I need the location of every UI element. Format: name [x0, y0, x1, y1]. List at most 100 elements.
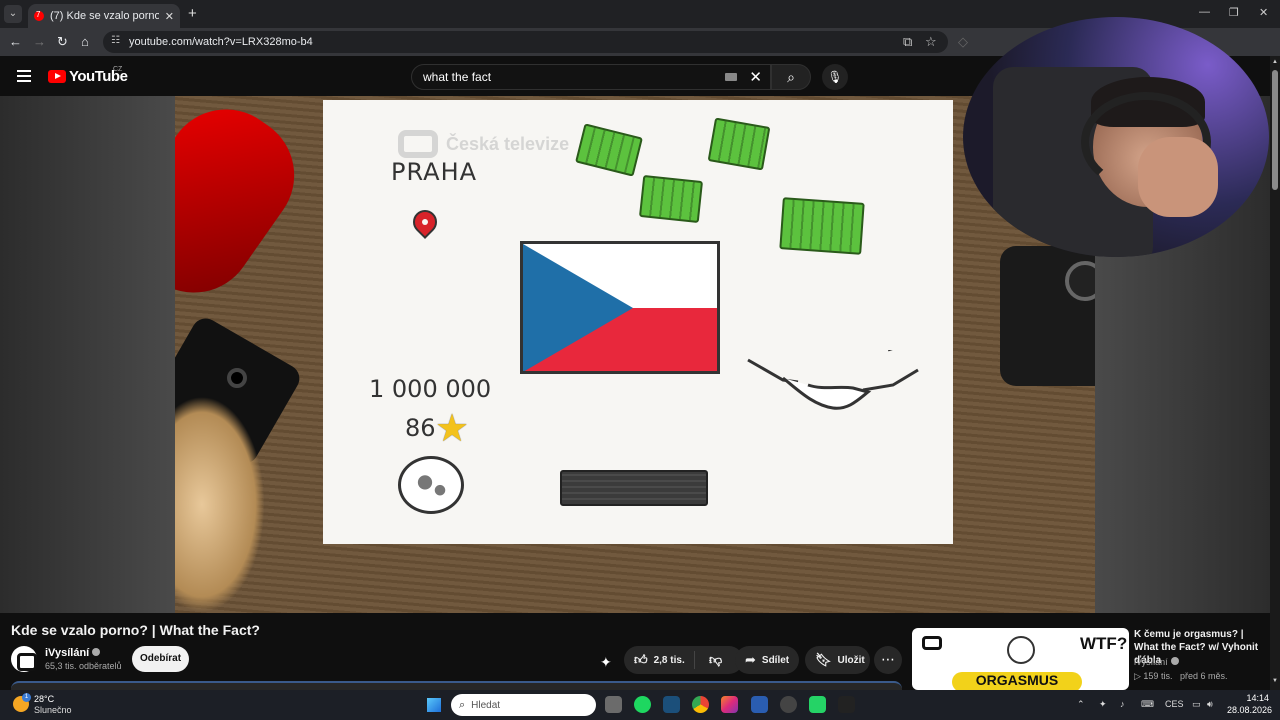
money-stack-icon [707, 117, 771, 171]
verified-icon [1170, 657, 1179, 665]
search-input[interactable]: what the fact ✕ [411, 64, 771, 90]
maximize-icon[interactable]: ❐ [1229, 6, 1239, 19]
player-ambient-left [0, 96, 175, 613]
whatsapp-icon[interactable] [809, 696, 826, 713]
ct-logo-icon [398, 130, 438, 158]
subscribe-button[interactable]: Odebírat [132, 646, 189, 672]
volume-icon[interactable]: 🔊︎ [1207, 699, 1213, 710]
weather-temperature[interactable]: 28°C [34, 694, 54, 704]
more-actions-icon[interactable]: ⋯ [874, 646, 902, 674]
chrome-icon[interactable] [692, 696, 709, 713]
clock-date[interactable]: 28.08.2026 [1227, 705, 1272, 715]
like-dislike-segment: 👍︎ 2,8 tis. 👎︎ [624, 646, 743, 674]
notification-badge: 1 [22, 693, 31, 702]
keyboard-icon[interactable] [725, 73, 738, 81]
tray-mic-icon[interactable]: ♪ [1120, 699, 1125, 709]
recommended-age: před 6 měs. [1179, 671, 1228, 681]
thumbnail-wtf-text: WTF? [1080, 634, 1128, 653]
channel-name[interactable]: iVysílání [45, 647, 101, 659]
forward-icon[interactable]: → [33, 34, 46, 49]
home-icon[interactable]: ⌂ [81, 34, 89, 49]
watermark-text: Česká televize [446, 133, 570, 154]
new-tab-icon[interactable]: + [188, 5, 197, 22]
youtube-play-logo-icon [48, 70, 66, 83]
network-icon[interactable]: ▭ [1192, 699, 1201, 710]
channel-avatar[interactable] [11, 646, 37, 672]
streamer-webcam-overlay [963, 17, 1269, 257]
instagram-icon[interactable] [721, 696, 738, 713]
youtube-favicon-icon [34, 10, 44, 21]
handshake-icon [747, 350, 919, 410]
recommended-channel[interactable]: iVysílání [1134, 657, 1179, 667]
reload-icon[interactable]: ↻ [57, 34, 68, 50]
extension-icon[interactable]: ◇ [958, 34, 968, 50]
tab-close-icon[interactable]: ✕ [165, 10, 174, 23]
address-bar[interactable]: ☷ youtube.com/watch?v=LRX328mo-b4 ⧉ ☆ [103, 31, 948, 53]
facepalm-hand [1138, 137, 1218, 217]
thumbnail-band-text: ORGASMUS [952, 672, 1082, 690]
save-disk-icon[interactable] [751, 696, 768, 713]
taskbar-search-input[interactable]: ⌕ Hledat [451, 694, 596, 716]
ct-logo-icon [922, 636, 942, 650]
back-icon[interactable]: ← [9, 34, 22, 49]
windows-start-icon[interactable] [426, 697, 442, 713]
dislike-button[interactable]: 👎︎ [695, 652, 722, 668]
thumbs-up-icon: 👍︎ [634, 652, 648, 667]
browser-tab[interactable]: (7) Kde se vzalo porno? | What the Fact?… [28, 4, 180, 28]
site-info-icon[interactable]: ☷ [111, 35, 120, 46]
map-pin-icon [408, 205, 442, 239]
recommended-thumbnail[interactable]: WTF? ORGASMUS [912, 628, 1129, 690]
like-button[interactable]: 👍︎ 2,8 tis. [624, 651, 695, 669]
hamburger-menu-icon[interactable] [17, 70, 31, 82]
video-frame[interactable]: Česká televize PRAHA 1 000 000 86 ★ [175, 96, 1095, 613]
lipstick-prop [175, 96, 318, 317]
ask-ai-sparkle-icon[interactable]: ✦ [600, 654, 612, 671]
steam-icon[interactable] [663, 696, 680, 713]
taskbar-search-placeholder: Hledat [471, 699, 501, 711]
play-count-icon: ▷ [1134, 671, 1144, 681]
input-language[interactable]: CES [1165, 699, 1184, 709]
share-arrow-icon: ➦ [745, 652, 756, 667]
tab-search-icon[interactable]: ⌄ [4, 5, 22, 23]
window-close-icon[interactable]: ✕ [1259, 6, 1268, 19]
clear-search-icon[interactable]: ✕ [749, 68, 762, 86]
description-box[interactable] [11, 681, 902, 690]
save-button[interactable]: 🔖︎ Uložit [805, 646, 870, 674]
money-stack-icon [575, 123, 643, 177]
tab-title: (7) Kde se vzalo porno? | What the Fact? [50, 10, 159, 22]
tray-keyboard-icon[interactable]: ⌨ [1141, 699, 1154, 710]
recommended-channel-name: iVysílání [1134, 657, 1168, 667]
clock-time[interactable]: 14:14 [1243, 693, 1269, 703]
bookmark-star-icon[interactable]: ☆ [925, 34, 937, 50]
save-label: Uložit [837, 654, 865, 666]
file-explorer-icon[interactable] [605, 696, 622, 713]
spotify-icon[interactable] [634, 696, 651, 713]
search-button[interactable]: ⌕ [771, 64, 811, 90]
verified-icon [92, 648, 101, 656]
population-stat: 1 000 000 [369, 375, 492, 403]
tray-app-icon[interactable]: ✦ [1099, 699, 1107, 710]
tray-overflow-icon[interactable]: ⌃ [1077, 699, 1085, 710]
obs-icon[interactable] [780, 696, 797, 713]
weather-description[interactable]: Slunečno [34, 705, 72, 715]
scrollbar-thumb[interactable] [1272, 70, 1278, 190]
install-app-icon[interactable]: ⧉ [903, 34, 912, 50]
minimize-icon[interactable]: — [1199, 6, 1210, 18]
star-icon: ★ [435, 408, 470, 450]
region-code: CZ [113, 66, 123, 73]
scroll-down-arrow-icon[interactable]: ▼ [1272, 678, 1278, 684]
voice-search-mic-icon[interactable]: 🎙 [822, 64, 848, 90]
bookmark-icon: 🔖︎ [815, 652, 832, 667]
thumbs-down-icon: 👎︎ [709, 652, 723, 667]
page-scrollbar[interactable]: ▲ ▼ [1270, 56, 1280, 690]
share-label: Sdílet [761, 654, 790, 666]
doodle-drawing [1007, 636, 1035, 664]
share-button[interactable]: ➦ Sdílet [735, 646, 799, 674]
epic-games-icon[interactable] [838, 696, 855, 713]
like-count: 2,8 tis. [653, 654, 685, 666]
scroll-up-arrow-icon[interactable]: ▲ [1272, 59, 1278, 65]
recommended-views: 159 tis. [1143, 671, 1173, 681]
windows-taskbar: 1 28°C Slunečno ⌕ Hledat ⌃ ✦ ♪ ⌨ CES ▭ 🔊… [0, 690, 1280, 720]
recommended-meta: ▷ 159 tis. před 6 měs. [1134, 671, 1228, 682]
subscriber-count: 65,3 tis. odběratelů [45, 661, 122, 671]
